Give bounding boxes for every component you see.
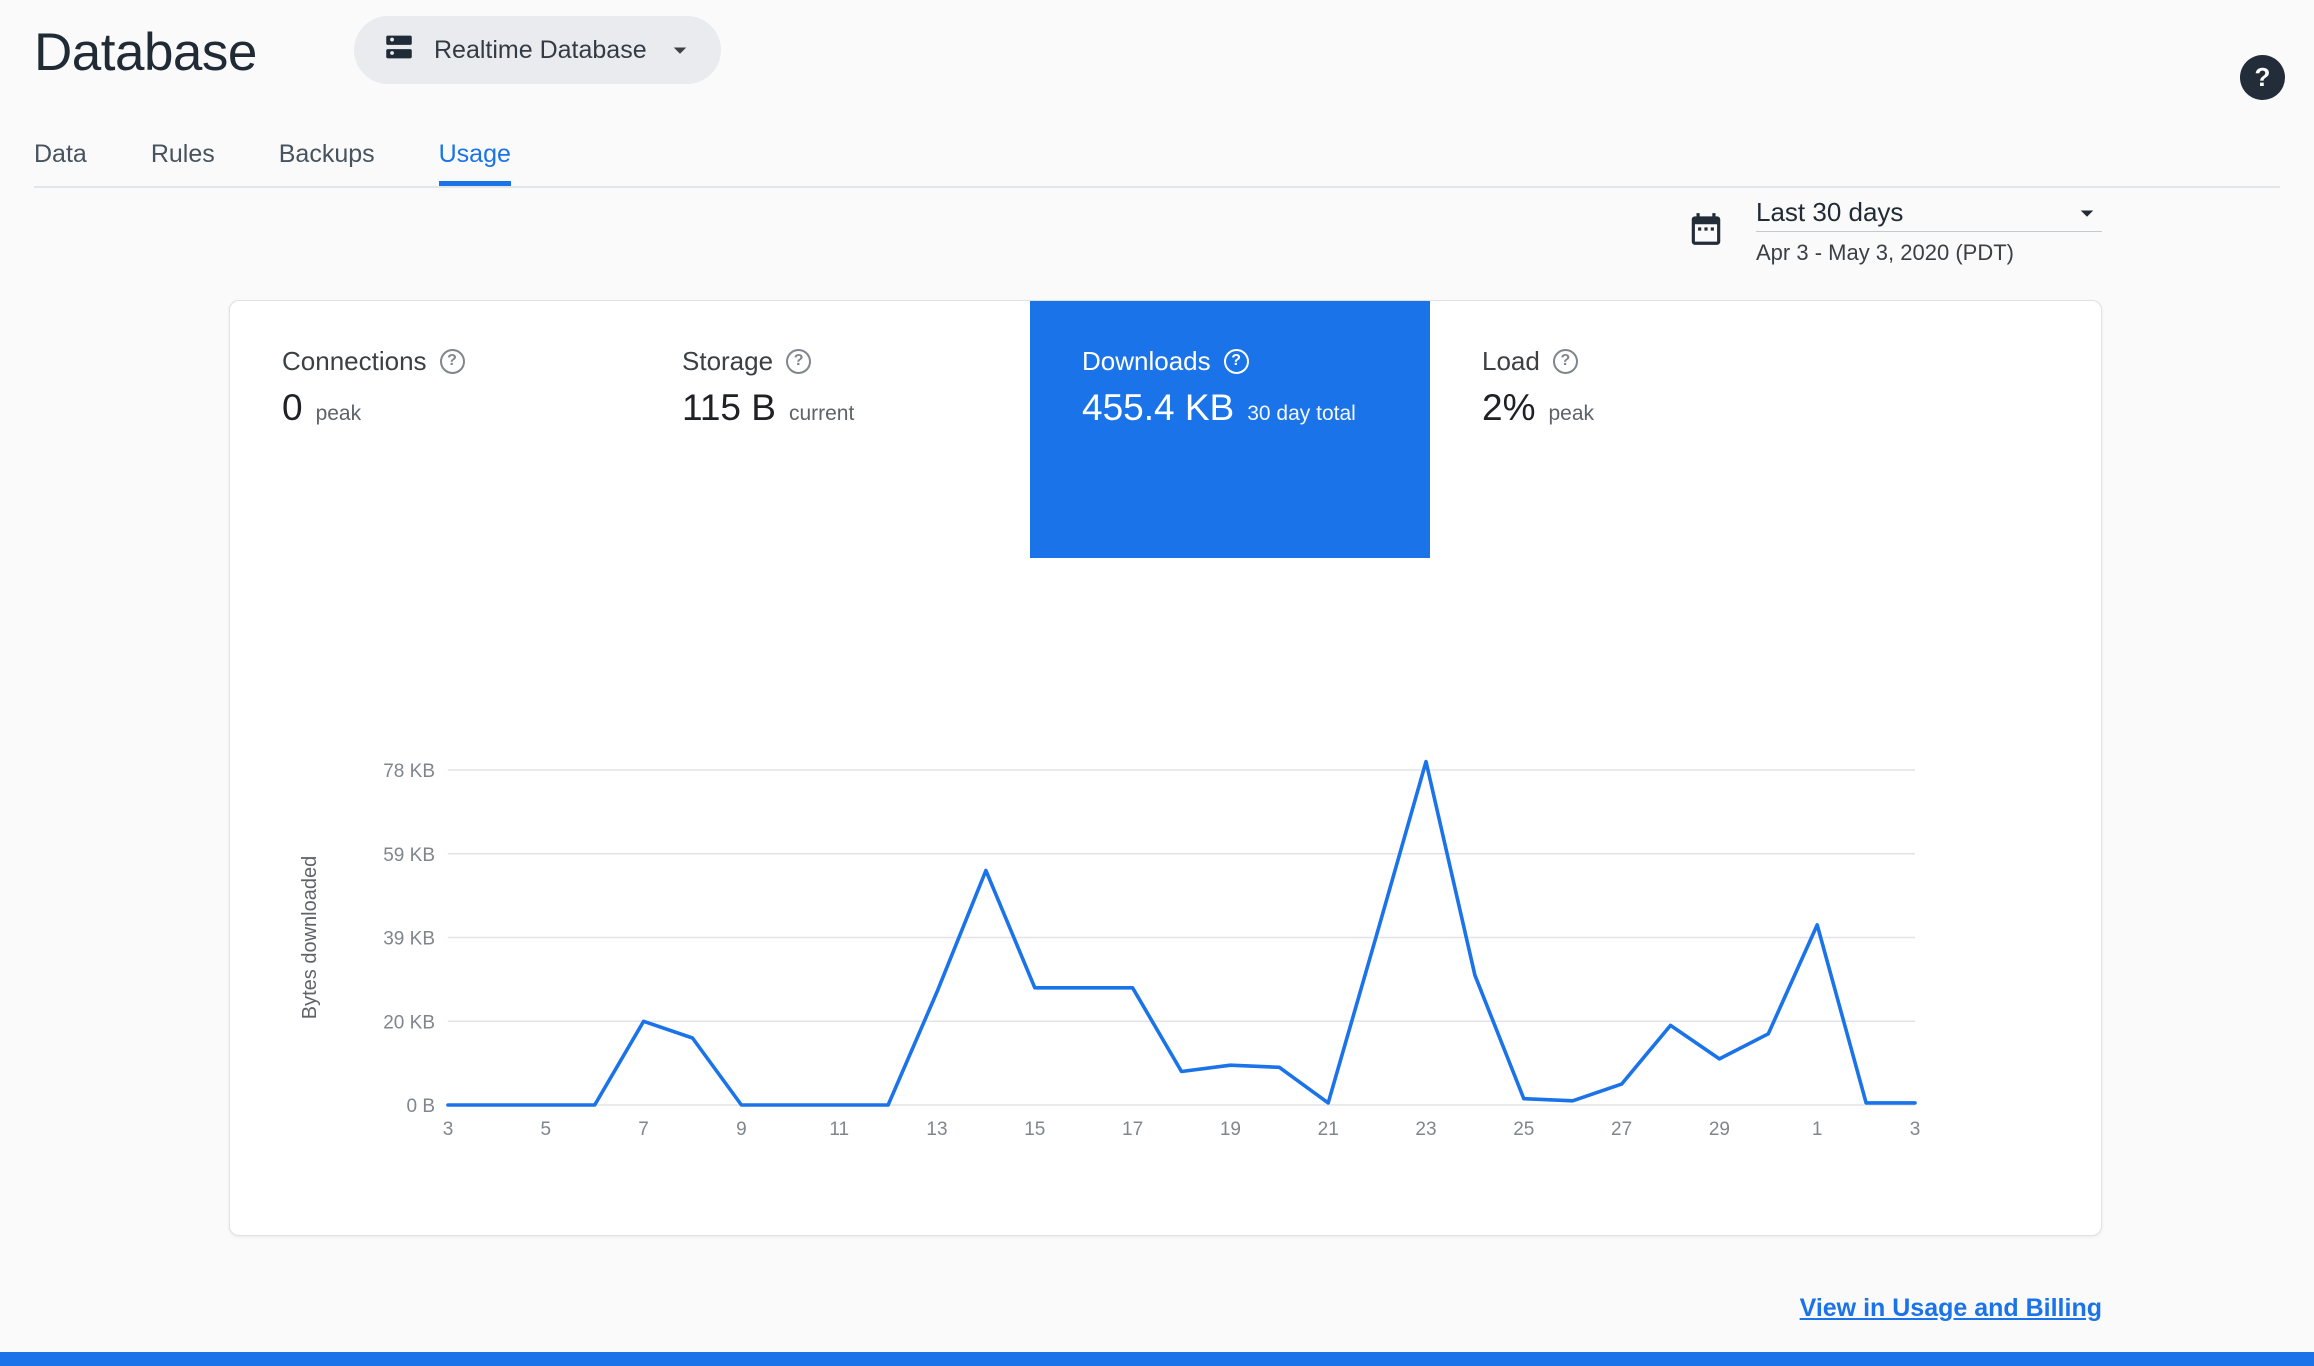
- x-tick-label: 27: [1611, 1119, 1632, 1140]
- help-icon[interactable]: ?: [1552, 348, 1578, 374]
- question-mark-glyph: ?: [1231, 352, 1242, 369]
- calendar-icon: [1687, 210, 1725, 248]
- help-icon[interactable]: ?: [1223, 348, 1249, 374]
- metric-tile-downloads[interactable]: Downloads ? 455.4 KB 30 day total: [1030, 301, 1430, 558]
- database-icon: [382, 30, 416, 71]
- question-mark-glyph: ?: [1560, 352, 1571, 369]
- tab-backups[interactable]: Backups: [279, 122, 375, 186]
- metric-tile-storage[interactable]: Storage ? 115 B current: [630, 301, 1030, 558]
- question-mark-glyph: ?: [447, 352, 457, 369]
- x-tick-label: 23: [1415, 1119, 1436, 1140]
- metric-tile-connections[interactable]: Connections ? 0 peak: [230, 301, 630, 558]
- metric-value: 0: [282, 387, 303, 428]
- tab-usage[interactable]: Usage: [438, 122, 511, 186]
- y-axis-title: Bytes downloaded: [299, 856, 321, 1019]
- chevron-down-icon: [2072, 198, 2102, 228]
- y-tick-label: 39 KB: [383, 929, 435, 950]
- x-tick-label: 21: [1318, 1119, 1339, 1140]
- metric-label: Downloads: [1082, 345, 1211, 376]
- x-tick-label: 13: [926, 1119, 947, 1140]
- question-mark-glyph: ?: [793, 352, 804, 369]
- metric-label: Connections: [282, 345, 427, 376]
- view-usage-billing-link[interactable]: View in Usage and Billing: [1800, 1294, 2102, 1323]
- metric-label: Load: [1482, 345, 1540, 376]
- metric-unit: 30 day total: [1247, 402, 1356, 425]
- metric-tile-load[interactable]: Load ? 2% peak: [1430, 301, 1830, 558]
- chevron-down-icon: [665, 35, 695, 65]
- x-tick-label: 1: [1812, 1119, 1823, 1140]
- x-tick-label: 3: [1910, 1119, 1921, 1140]
- y-tick-label: 0 B: [406, 1096, 435, 1117]
- metric-unit: peak: [315, 402, 362, 425]
- x-tick-label: 25: [1513, 1119, 1534, 1140]
- question-mark-glyph: ?: [2254, 62, 2271, 92]
- x-tick-label: 17: [1122, 1119, 1143, 1140]
- x-tick-label: 11: [829, 1119, 849, 1140]
- date-range-dropdown[interactable]: Last 30 days: [1756, 194, 2102, 232]
- database-selector[interactable]: Realtime Database: [354, 16, 721, 84]
- x-tick-label: 19: [1220, 1119, 1241, 1140]
- metric-value: 455.4 KB: [1082, 387, 1235, 428]
- x-tick-label: 15: [1024, 1119, 1045, 1140]
- y-tick-label: 59 KB: [383, 845, 435, 866]
- metric-unit: peak: [1548, 402, 1595, 425]
- y-tick-label: 78 KB: [383, 761, 435, 782]
- downloads-line-series: [446, 759, 1917, 1107]
- tab-rules[interactable]: Rules: [151, 122, 215, 186]
- usage-card: Connections ? 0 peak Storage ? 115 B cur…: [229, 300, 2102, 1236]
- y-tick-label: 20 KB: [383, 1012, 435, 1033]
- x-tick-label: 5: [541, 1119, 552, 1140]
- help-button[interactable]: ?: [2240, 55, 2285, 100]
- x-tick-label: 7: [638, 1119, 649, 1140]
- date-range-selector: Last 30 days Apr 3 - May 3, 2020 (PDT): [1756, 194, 2102, 266]
- help-icon[interactable]: ?: [786, 348, 812, 374]
- bottom-accent-bar: [0, 1352, 2314, 1366]
- metric-tiles: Connections ? 0 peak Storage ? 115 B cur…: [230, 301, 1830, 558]
- page-title: Database: [34, 23, 257, 82]
- x-tick-label: 3: [443, 1119, 454, 1140]
- help-icon[interactable]: ?: [439, 348, 465, 374]
- date-range-detail: Apr 3 - May 3, 2020 (PDT): [1756, 240, 2014, 265]
- x-tick-label: 9: [736, 1119, 747, 1140]
- x-tick-label: 29: [1709, 1119, 1730, 1140]
- database-selector-label: Realtime Database: [434, 35, 647, 64]
- downloads-chart: 0 B20 KB39 KB59 KB78 KB3 5 7 9 11 13 15 17 19 21 2…: [299, 759, 1921, 1140]
- tab-data[interactable]: Data: [34, 122, 87, 186]
- metric-value: 115 B: [682, 387, 776, 428]
- tab-bar: Data Rules Backups Usage: [34, 122, 2280, 188]
- metric-value: 2%: [1482, 387, 1536, 428]
- metric-unit: current: [788, 402, 855, 425]
- metric-label: Storage: [682, 345, 774, 376]
- database-usage-page: Database Realtime Database ? Data Rules …: [0, 0, 2314, 1366]
- date-range-label: Last 30 days: [1756, 197, 1904, 227]
